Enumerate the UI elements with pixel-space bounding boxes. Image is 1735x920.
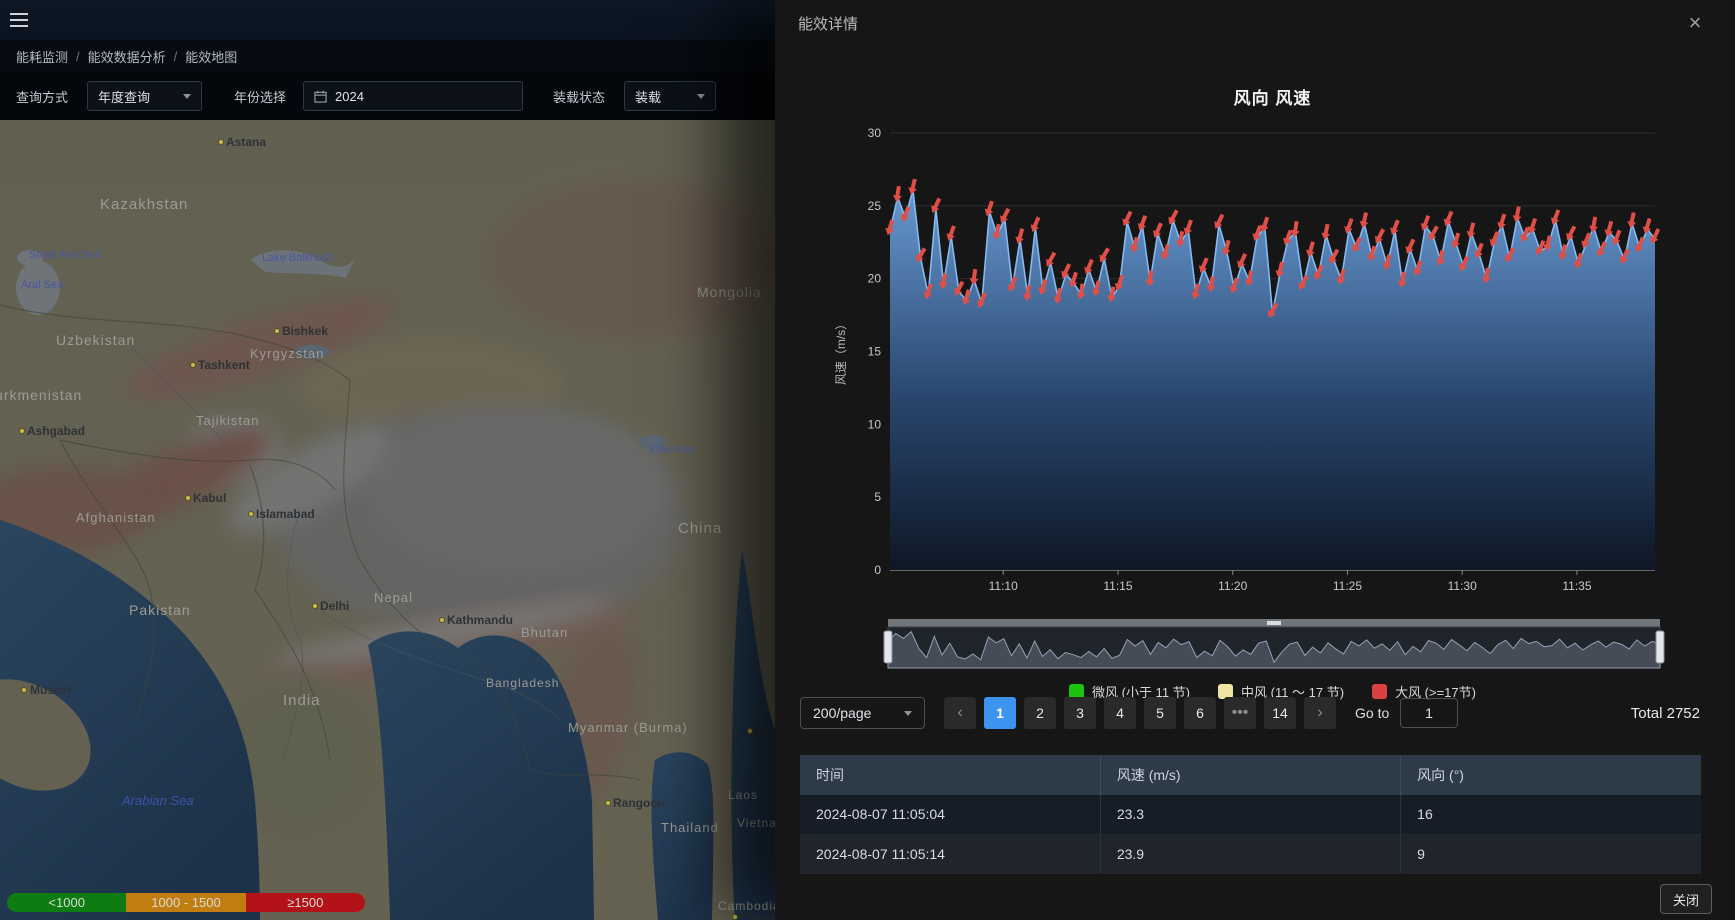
svg-text:11:25: 11:25 bbox=[1333, 579, 1362, 593]
table-column-header: 时间 bbox=[800, 755, 1100, 795]
svg-text:15: 15 bbox=[868, 345, 882, 359]
city-marker bbox=[439, 617, 445, 623]
page-size-value: 200/page bbox=[813, 705, 871, 721]
svg-text:5: 5 bbox=[874, 490, 881, 504]
close-button[interactable]: 关闭 bbox=[1660, 884, 1712, 914]
page-button-3[interactable]: 3 bbox=[1064, 697, 1096, 729]
svg-text:25: 25 bbox=[868, 199, 882, 213]
query-mode-select[interactable]: 年度查询 bbox=[87, 81, 202, 111]
hamburger-menu-icon[interactable] bbox=[10, 13, 28, 27]
city-marker bbox=[218, 139, 224, 145]
city-marker bbox=[19, 428, 25, 434]
chevron-down-icon bbox=[697, 94, 705, 99]
page-button-1[interactable]: 1 bbox=[984, 697, 1016, 729]
query-mode-value: 年度查询 bbox=[98, 87, 150, 106]
page-button-14[interactable]: 14 bbox=[1264, 697, 1296, 729]
city-marker bbox=[312, 603, 318, 609]
goto-page-input[interactable] bbox=[1400, 698, 1458, 728]
map-value-legend: <10001000 - 1500≥1500 bbox=[7, 893, 365, 912]
map-legend-segment: 1000 - 1500 bbox=[126, 893, 245, 912]
svg-text:11:20: 11:20 bbox=[1218, 579, 1247, 593]
table-column-header: 风速 (m/s) bbox=[1100, 755, 1400, 795]
table-header-row: 时间风速 (m/s)风向 (°) bbox=[800, 755, 1701, 795]
screen: 能耗监测/能效数据分析/能效地图 查询方式 年度查询 年份选择 2024 装载状… bbox=[0, 0, 1735, 920]
breadcrumb-item[interactable]: 能效数据分析 bbox=[88, 47, 166, 66]
page-button-4[interactable]: 4 bbox=[1104, 697, 1136, 729]
table-cell: 23.3 bbox=[1100, 795, 1400, 834]
terrain-map[interactable]: AstanaKazakhstanSmall Aral SeaLake Balkh… bbox=[0, 120, 775, 920]
query-mode-label: 查询方式 bbox=[16, 72, 68, 120]
city-marker bbox=[274, 328, 280, 334]
map-legend-segment: ≥1500 bbox=[246, 893, 365, 912]
svg-text:11:10: 11:10 bbox=[989, 579, 1018, 593]
load-state-value: 装载 bbox=[635, 87, 661, 106]
filter-bar: 查询方式 年度查询 年份选择 2024 装载状态 装载 bbox=[0, 72, 775, 120]
page-button-2[interactable]: 2 bbox=[1024, 697, 1056, 729]
svg-text:11:35: 11:35 bbox=[1562, 579, 1591, 593]
table-cell: 23.9 bbox=[1100, 834, 1400, 873]
svg-text:0: 0 bbox=[874, 563, 881, 577]
year-label: 年份选择 bbox=[234, 72, 286, 120]
city-marker bbox=[190, 362, 196, 368]
svg-text:风速（m/s）: 风速（m/s） bbox=[834, 318, 848, 385]
load-state-select[interactable]: 装载 bbox=[624, 81, 716, 111]
more-pages-button[interactable]: ••• bbox=[1224, 697, 1256, 729]
svg-text:20: 20 bbox=[868, 272, 882, 286]
table-cell: 2024-08-07 11:05:04 bbox=[800, 795, 1100, 834]
year-value: 2024 bbox=[335, 89, 364, 104]
page-size-select[interactable]: 200/page bbox=[800, 697, 925, 729]
energy-map-app: 能耗监测 / 能效数据分析 / 能效地图 查询方式 年度查询 年份选择 2024 装载状… bbox=[0, 0, 775, 920]
table-row[interactable]: 2024-08-07 11:05:1423.99 bbox=[800, 834, 1701, 873]
table-cell: 16 bbox=[1401, 795, 1701, 834]
svg-text:10: 10 bbox=[868, 417, 882, 431]
wind-data-table: 时间风速 (m/s)风向 (°) 2024-08-07 11:05:0423.3… bbox=[800, 755, 1701, 874]
prev-page-button[interactable]: ‹ bbox=[944, 697, 976, 729]
calendar-icon bbox=[314, 90, 327, 103]
total-count: Total 2752 bbox=[1631, 697, 1700, 729]
city-marker bbox=[747, 728, 753, 734]
year-date-picker[interactable]: 2024 bbox=[303, 81, 523, 111]
breadcrumb-separator: / bbox=[76, 49, 80, 64]
top-bar bbox=[0, 0, 775, 40]
city-marker bbox=[248, 511, 254, 517]
svg-text:11:30: 11:30 bbox=[1448, 579, 1477, 593]
city-marker bbox=[21, 687, 27, 693]
svg-text:30: 30 bbox=[868, 126, 882, 140]
breadcrumb-item[interactable]: 能耗监测 bbox=[16, 47, 68, 66]
datazoom-left-handle[interactable] bbox=[884, 631, 892, 663]
table-cell: 9 bbox=[1401, 834, 1701, 873]
goto-label: Go to bbox=[1355, 697, 1389, 729]
page-button-6[interactable]: 6 bbox=[1184, 697, 1216, 729]
city-marker bbox=[732, 914, 738, 920]
breadcrumb-separator: / bbox=[174, 49, 178, 64]
city-marker bbox=[185, 495, 191, 501]
detail-drawer: 能效详情 × 风向 风速 051015202530风速（m/s）11:1011:… bbox=[775, 0, 1735, 920]
table-row[interactable]: 2024-08-07 11:05:0423.316 bbox=[800, 795, 1701, 834]
pagination: 200/page ‹123456•••14› Go to Total 2752 bbox=[775, 697, 1735, 729]
datazoom-right-handle[interactable] bbox=[1656, 631, 1664, 663]
datazoom-slider[interactable] bbox=[884, 619, 1664, 668]
chevron-down-icon bbox=[183, 94, 191, 99]
breadcrumb-item[interactable]: 能效地图 bbox=[185, 47, 237, 66]
map-legend-segment: <1000 bbox=[7, 893, 126, 912]
city-marker bbox=[605, 800, 611, 806]
chevron-down-icon bbox=[904, 711, 912, 716]
next-page-button[interactable]: › bbox=[1304, 697, 1336, 729]
table-column-header: 风向 (°) bbox=[1401, 755, 1701, 795]
load-state-label: 装载状态 bbox=[553, 72, 605, 120]
map-dim-overlay bbox=[0, 120, 775, 920]
table-cell: 2024-08-07 11:05:14 bbox=[800, 834, 1100, 873]
page-button-5[interactable]: 5 bbox=[1144, 697, 1176, 729]
svg-text:11:15: 11:15 bbox=[1103, 579, 1132, 593]
breadcrumb: 能耗监测 / 能效数据分析 / 能效地图 bbox=[0, 40, 775, 72]
